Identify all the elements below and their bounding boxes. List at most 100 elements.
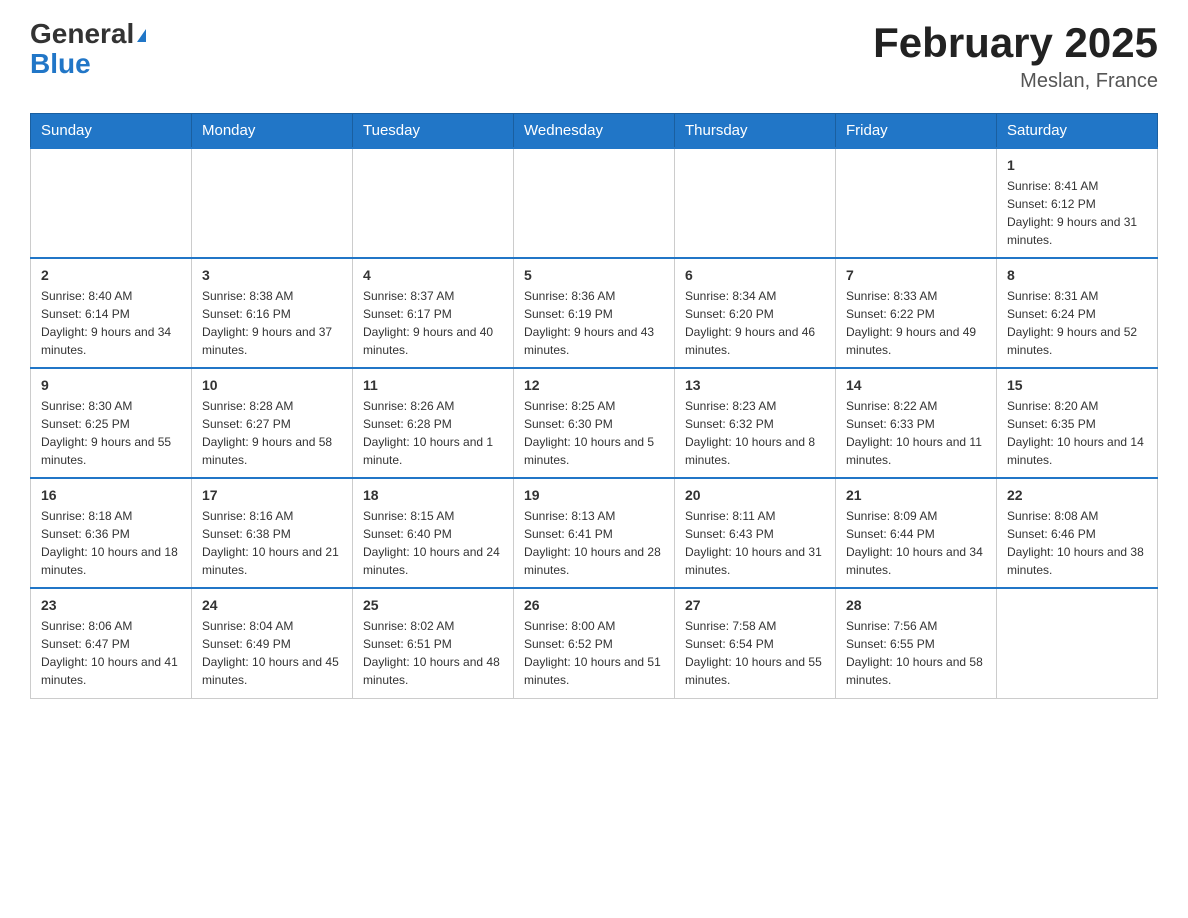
calendar-day-cell: 6 Sunrise: 8:34 AM Sunset: 6:20 PM Daylig… (675, 258, 836, 368)
calendar-day-cell: 18 Sunrise: 8:15 AM Sunset: 6:40 PM Dayli… (353, 478, 514, 588)
day-info: Sunrise: 8:20 AM Sunset: 6:35 PM Dayligh… (1007, 397, 1147, 469)
day-number: 28 (846, 597, 986, 613)
day-info: Sunrise: 8:13 AM Sunset: 6:41 PM Dayligh… (524, 507, 664, 579)
day-info: Sunrise: 8:08 AM Sunset: 6:46 PM Dayligh… (1007, 507, 1147, 579)
day-number: 18 (363, 487, 503, 503)
calendar-day-cell: 13 Sunrise: 8:23 AM Sunset: 6:32 PM Dayli… (675, 368, 836, 478)
logo-triangle-icon (137, 29, 146, 42)
month-title: February 2025 (873, 20, 1158, 66)
day-number: 2 (41, 267, 181, 283)
day-number: 6 (685, 267, 825, 283)
calendar-week-row: 2 Sunrise: 8:40 AM Sunset: 6:14 PM Daylig… (31, 258, 1158, 368)
calendar-day-cell: 24 Sunrise: 8:04 AM Sunset: 6:49 PM Dayli… (192, 588, 353, 698)
day-info: Sunrise: 8:06 AM Sunset: 6:47 PM Dayligh… (41, 617, 181, 689)
day-number: 24 (202, 597, 342, 613)
calendar-day-cell: 4Sunrise: 8:37 AM Sunset: 6:17 PM Daylig… (353, 258, 514, 368)
calendar-day-cell: 16 Sunrise: 8:18 AM Sunset: 6:36 PM Dayli… (31, 478, 192, 588)
day-info: Sunrise: 8:15 AM Sunset: 6:40 PM Dayligh… (363, 507, 503, 579)
day-info: Sunrise: 8:26 AM Sunset: 6:28 PM Dayligh… (363, 397, 503, 469)
day-info: Sunrise: 8:28 AM Sunset: 6:27 PM Dayligh… (202, 397, 342, 469)
calendar-day-cell: 10 Sunrise: 8:28 AM Sunset: 6:27 PM Dayli… (192, 368, 353, 478)
day-number: 23 (41, 597, 181, 613)
day-info: Sunrise: 8:40 AM Sunset: 6:14 PM Dayligh… (41, 287, 181, 359)
day-number: 19 (524, 487, 664, 503)
day-number: 9 (41, 377, 181, 393)
day-info: Sunrise: 8:22 AM Sunset: 6:33 PM Dayligh… (846, 397, 986, 469)
day-info: Sunrise: 8:41 AM Sunset: 6:12 PM Dayligh… (1007, 177, 1147, 249)
day-number: 15 (1007, 377, 1147, 393)
calendar-day-cell (31, 148, 192, 258)
day-number: 14 (846, 377, 986, 393)
calendar-week-row: 16 Sunrise: 8:18 AM Sunset: 6:36 PM Dayli… (31, 478, 1158, 588)
day-number: 5 (524, 267, 664, 283)
day-number: 13 (685, 377, 825, 393)
day-info: Sunrise: 8:16 AM Sunset: 6:38 PM Dayligh… (202, 507, 342, 579)
day-number: 26 (524, 597, 664, 613)
calendar-day-cell: 9 Sunrise: 8:30 AM Sunset: 6:25 PM Daylig… (31, 368, 192, 478)
day-info: Sunrise: 8:30 AM Sunset: 6:25 PM Dayligh… (41, 397, 181, 469)
calendar-header-row: SundayMondayTuesdayWednesdayThursdayFrid… (31, 114, 1158, 149)
day-info: Sunrise: 8:09 AM Sunset: 6:44 PM Dayligh… (846, 507, 986, 579)
logo: General Blue (30, 20, 146, 80)
day-number: 22 (1007, 487, 1147, 503)
day-info: Sunrise: 8:00 AM Sunset: 6:52 PM Dayligh… (524, 617, 664, 689)
calendar-day-cell: 25 Sunrise: 8:02 AM Sunset: 6:51 PM Dayli… (353, 588, 514, 698)
calendar-table: SundayMondayTuesdayWednesdayThursdayFrid… (30, 113, 1158, 699)
day-number: 21 (846, 487, 986, 503)
calendar-day-cell: 26 Sunrise: 8:00 AM Sunset: 6:52 PM Dayli… (514, 588, 675, 698)
calendar-day-cell (836, 148, 997, 258)
day-number: 4 (363, 267, 503, 283)
day-info: Sunrise: 8:23 AM Sunset: 6:32 PM Dayligh… (685, 397, 825, 469)
day-number: 8 (1007, 267, 1147, 283)
calendar-day-cell: 19 Sunrise: 8:13 AM Sunset: 6:41 PM Dayli… (514, 478, 675, 588)
day-info: Sunrise: 8:34 AM Sunset: 6:20 PM Dayligh… (685, 287, 825, 359)
logo-blue-text: Blue (30, 48, 91, 79)
calendar-day-cell: 28 Sunrise: 7:56 AM Sunset: 6:55 PM Dayli… (836, 588, 997, 698)
page-header: General Blue February 2025 Meslan, Franc… (30, 20, 1158, 93)
day-info: Sunrise: 8:18 AM Sunset: 6:36 PM Dayligh… (41, 507, 181, 579)
day-number: 1 (1007, 157, 1147, 173)
title-block: February 2025 Meslan, France (873, 20, 1158, 93)
calendar-day-cell: 3Sunrise: 8:38 AM Sunset: 6:16 PM Daylig… (192, 258, 353, 368)
day-number: 27 (685, 597, 825, 613)
calendar-week-row: 1 Sunrise: 8:41 AM Sunset: 6:12 PM Daylig… (31, 148, 1158, 258)
day-info: Sunrise: 8:02 AM Sunset: 6:51 PM Dayligh… (363, 617, 503, 689)
calendar-header-thursday: Thursday (675, 114, 836, 149)
calendar-day-cell: 14 Sunrise: 8:22 AM Sunset: 6:33 PM Dayli… (836, 368, 997, 478)
calendar-day-cell: 20Sunrise: 8:11 AM Sunset: 6:43 PM Dayli… (675, 478, 836, 588)
calendar-day-cell (675, 148, 836, 258)
calendar-day-cell: 11 Sunrise: 8:26 AM Sunset: 6:28 PM Dayli… (353, 368, 514, 478)
calendar-header-monday: Monday (192, 114, 353, 149)
day-number: 11 (363, 377, 503, 393)
day-info: Sunrise: 7:58 AM Sunset: 6:54 PM Dayligh… (685, 617, 825, 689)
calendar-header-saturday: Saturday (997, 114, 1158, 149)
calendar-day-cell: 15 Sunrise: 8:20 AM Sunset: 6:35 PM Dayli… (997, 368, 1158, 478)
location: Meslan, France (873, 70, 1158, 93)
day-info: Sunrise: 8:36 AM Sunset: 6:19 PM Dayligh… (524, 287, 664, 359)
calendar-day-cell: 7Sunrise: 8:33 AM Sunset: 6:22 PM Daylig… (836, 258, 997, 368)
calendar-day-cell: 8Sunrise: 8:31 AM Sunset: 6:24 PM Daylig… (997, 258, 1158, 368)
calendar-header-sunday: Sunday (31, 114, 192, 149)
day-info: Sunrise: 7:56 AM Sunset: 6:55 PM Dayligh… (846, 617, 986, 689)
calendar-week-row: 23 Sunrise: 8:06 AM Sunset: 6:47 PM Dayli… (31, 588, 1158, 698)
day-info: Sunrise: 8:25 AM Sunset: 6:30 PM Dayligh… (524, 397, 664, 469)
day-number: 20 (685, 487, 825, 503)
day-number: 16 (41, 487, 181, 503)
day-number: 25 (363, 597, 503, 613)
calendar-day-cell: 22 Sunrise: 8:08 AM Sunset: 6:46 PM Dayli… (997, 478, 1158, 588)
calendar-day-cell: 1 Sunrise: 8:41 AM Sunset: 6:12 PM Daylig… (997, 148, 1158, 258)
calendar-day-cell (353, 148, 514, 258)
calendar-week-row: 9 Sunrise: 8:30 AM Sunset: 6:25 PM Daylig… (31, 368, 1158, 478)
calendar-day-cell (192, 148, 353, 258)
calendar-day-cell (514, 148, 675, 258)
calendar-header-tuesday: Tuesday (353, 114, 514, 149)
day-number: 10 (202, 377, 342, 393)
calendar-day-cell: 5 Sunrise: 8:36 AM Sunset: 6:19 PM Daylig… (514, 258, 675, 368)
calendar-header-friday: Friday (836, 114, 997, 149)
day-info: Sunrise: 8:04 AM Sunset: 6:49 PM Dayligh… (202, 617, 342, 689)
calendar-header-wednesday: Wednesday (514, 114, 675, 149)
day-number: 3 (202, 267, 342, 283)
day-info: Sunrise: 8:33 AM Sunset: 6:22 PM Dayligh… (846, 287, 986, 359)
day-number: 17 (202, 487, 342, 503)
day-number: 12 (524, 377, 664, 393)
